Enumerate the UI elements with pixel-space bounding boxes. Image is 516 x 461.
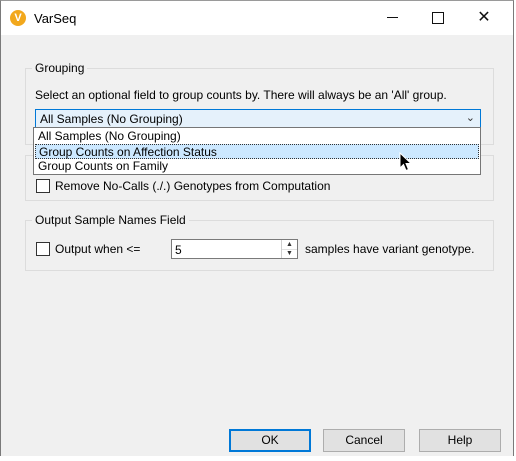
chevron-down-icon[interactable]: ⌄	[466, 111, 475, 124]
remove-nocalls-label: Remove No-Calls (./.) Genotypes from Com…	[55, 179, 331, 193]
close-icon: ✕	[477, 9, 491, 26]
mouse-cursor-icon	[399, 152, 412, 172]
dropdown-option[interactable]: Group Counts on Family	[35, 159, 479, 174]
dropdown-option[interactable]: All Samples (No Grouping)	[35, 129, 479, 144]
close-button[interactable]: ✕	[461, 1, 507, 35]
cancel-button[interactable]: Cancel	[323, 429, 405, 452]
grouping-combobox[interactable]: All Samples (No Grouping) ⌄	[35, 109, 481, 128]
window-title: VarSeq	[34, 11, 77, 26]
minimize-button[interactable]	[369, 1, 415, 35]
output-suffix-label: samples have variant genotype.	[305, 242, 475, 256]
grouping-description: Select an optional field to group counts…	[35, 88, 447, 102]
output-when-label: Output when <=	[55, 242, 141, 256]
title-bar[interactable]: V VarSeq ✕	[1, 1, 513, 35]
varseq-dialog: V VarSeq ✕ Grouping Select an optional f…	[0, 0, 514, 456]
maximize-icon	[432, 11, 444, 24]
minimize-icon	[386, 17, 398, 19]
output-sample-names-group: Output Sample Names Field Output when <=…	[25, 213, 494, 271]
maximize-button[interactable]	[415, 1, 461, 35]
spin-buttons: ▲ ▼	[281, 240, 297, 258]
remove-nocalls-checkbox[interactable]	[36, 179, 50, 193]
grouping-selected-value: All Samples (No Grouping)	[40, 112, 183, 126]
varseq-logo-icon: V	[10, 10, 26, 26]
spin-down-icon[interactable]: ▼	[282, 249, 297, 258]
button-bar: OK Cancel Help	[1, 414, 513, 456]
ok-button[interactable]: OK	[229, 429, 311, 452]
output-legend: Output Sample Names Field	[32, 213, 189, 227]
grouping-legend: Grouping	[32, 61, 88, 75]
sample-count-value[interactable]: 5	[175, 243, 182, 257]
sample-count-spinbox[interactable]: 5 ▲ ▼	[171, 239, 298, 259]
dropdown-option-highlighted[interactable]: Group Counts on Affection Status	[35, 144, 479, 159]
help-button[interactable]: Help	[419, 429, 501, 452]
grouping-dropdown-list[interactable]: All Samples (No Grouping) Group Counts o…	[33, 127, 481, 175]
output-when-checkbox[interactable]	[36, 242, 50, 256]
